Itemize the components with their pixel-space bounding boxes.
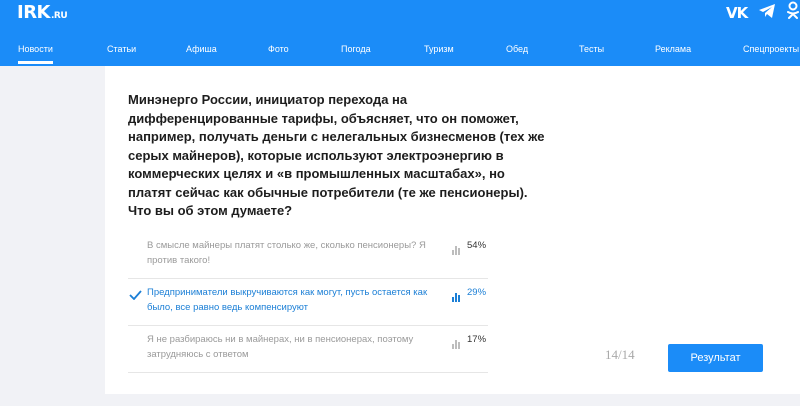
check-icon <box>129 287 142 305</box>
answer-text: Я не разбираюсь ни в майнерах, ни в пенс… <box>147 334 414 360</box>
nav-item-lunch[interactable]: Обед <box>506 44 528 54</box>
nav-item-news[interactable]: Новости <box>18 44 53 64</box>
bar-chart-icon <box>452 336 462 354</box>
quiz-question: Минэнерго России, инициатор перехода на … <box>128 92 545 218</box>
site-header: IRK.RU VK Новости Статьи Афиша Фото Пого… <box>0 0 800 66</box>
nav-item-tourism[interactable]: Туризм <box>424 44 454 54</box>
site-logo[interactable]: IRK.RU <box>17 2 68 23</box>
answer-text: Предприниматели выкручиваются как могут,… <box>147 287 428 313</box>
answer-option-selected[interactable]: Предприниматели выкручиваются как могут,… <box>128 279 488 326</box>
quiz-card: Минэнерго России, инициатор перехода на … <box>105 66 800 394</box>
bar-chart-icon <box>452 289 462 307</box>
answer-percent: 17% <box>467 334 487 345</box>
nav-item-photo[interactable]: Фото <box>268 44 289 54</box>
answer-percent: 54% <box>467 240 487 251</box>
answer-percent: 29% <box>467 287 487 298</box>
nav-item-weather[interactable]: Погода <box>341 44 371 54</box>
odnoklassniki-icon[interactable] <box>787 1 799 24</box>
bar-chart-icon <box>452 242 462 260</box>
answer-option[interactable]: В смысле майнеры платят столько же, скол… <box>128 232 488 279</box>
result-button[interactable]: Результат <box>668 344 763 372</box>
telegram-icon[interactable] <box>758 3 776 24</box>
nav-item-tests[interactable]: Тесты <box>579 44 604 54</box>
nav-item-articles[interactable]: Статьи <box>107 44 136 54</box>
question-counter: 14/14 <box>605 347 635 362</box>
answer-option[interactable]: Я не разбираюсь ни в майнерах, ни в пенс… <box>128 326 488 373</box>
answer-text: В смысле майнеры платят столько же, скол… <box>147 240 426 266</box>
vk-icon[interactable]: VK <box>726 4 748 22</box>
main-nav: Новости Статьи Афиша Фото Погода Туризм … <box>0 40 800 66</box>
nav-item-afisha[interactable]: Афиша <box>186 44 217 54</box>
nav-item-advertising[interactable]: Реклама <box>655 44 691 54</box>
nav-item-special-projects[interactable]: Спецпроекты <box>743 44 799 54</box>
